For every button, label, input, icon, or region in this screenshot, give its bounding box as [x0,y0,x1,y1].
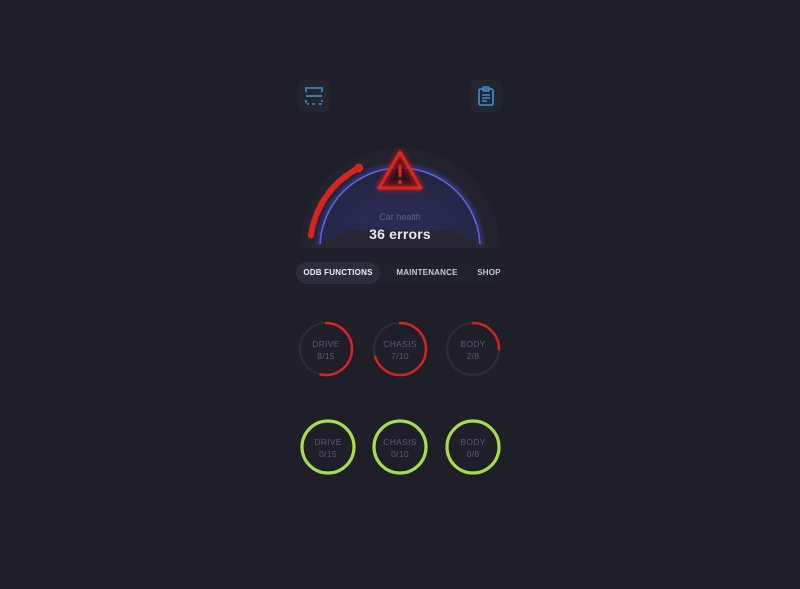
ring-name: BODY [460,437,486,447]
ring-name: CHASIS [383,437,417,447]
ok-ring-chasis[interactable]: CHASIS 0/10 [371,418,429,476]
ring-progress-arc [372,419,428,475]
health-level-knob [354,163,364,173]
ring-count: 7/10 [391,351,409,361]
ok-ring-drive[interactable]: DRIVE 0/15 [299,418,357,476]
ring-count: 0/15 [319,449,337,459]
report-button[interactable] [470,80,502,112]
error-ring-body[interactable]: BODY 2/8 [444,320,502,378]
ring-name: BODY [460,339,486,349]
tab-bar: ODB FUNCTIONS MAINTENANCE SHOP [296,262,504,284]
ring-count: 8/15 [317,351,335,361]
tab-odb-functions[interactable]: ODB FUNCTIONS [296,262,380,284]
error-ring-chasis[interactable]: CHASIS 7/10 [371,320,429,378]
tab-shop[interactable]: SHOP [466,262,512,284]
ok-ring-body[interactable]: BODY 0/8 [444,418,502,476]
ring-name: DRIVE [314,437,342,447]
ring-name: DRIVE [312,339,340,349]
ring-count: 2/8 [466,351,480,361]
ring-count: 0/10 [391,449,409,459]
scan-button[interactable] [298,80,330,112]
tab-maintenance[interactable]: MAINTENANCE [386,262,468,284]
scan-frame-icon [305,87,323,105]
health-value: 36 errors [369,226,431,242]
ring-name: CHASIS [383,339,417,349]
clipboard-icon [478,86,494,106]
health-label: Car health [379,212,421,222]
ring-progress-arc [300,419,356,475]
ring-progress-arc [445,419,501,475]
ring-count: 0/8 [466,449,480,459]
error-ring-drive[interactable]: DRIVE 8/15 [297,320,355,378]
obd-screen: Car health 36 errors ODB FUNCTIONS MAINT… [290,70,510,510]
